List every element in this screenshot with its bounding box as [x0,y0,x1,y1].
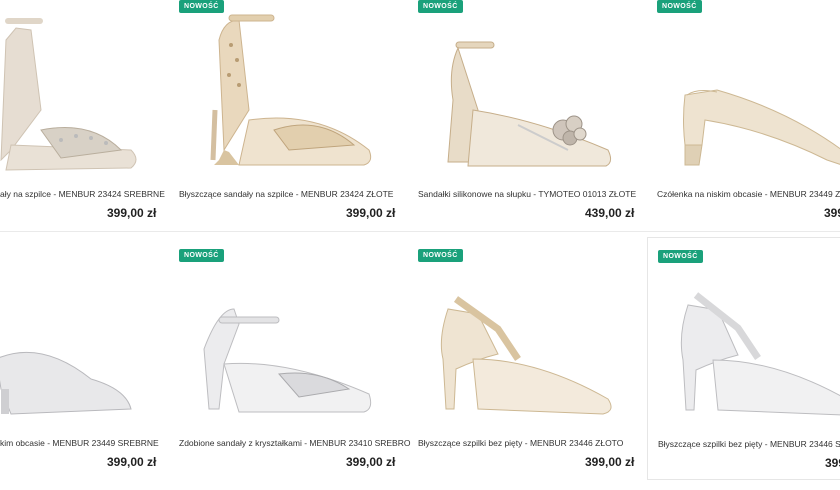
product-card[interactable]: ały na szpilce - MENBUR 23424 SREBRNE 39… [0,0,165,240]
product-card-highlighted[interactable]: NOWOŚĆ Błyszczące szpilki bez pięty - ME… [647,237,840,480]
product-name[interactable]: Zdobione sandały z kryształkami - MENBUR… [179,438,410,448]
product-price: 399,00 zł [585,455,635,469]
product-price: 399,00 zł [346,206,396,220]
product-card[interactable]: NOWOŚĆ Zdobione sandały z kryształkami -… [179,249,419,489]
product-card[interactable]: NOWOŚĆ Błyszczące szpilki bez pięty - ME… [418,249,658,489]
product-image[interactable] [179,249,419,429]
product-name[interactable]: kim obcasie - MENBUR 23449 SREBRNE [0,438,159,448]
product-image[interactable] [0,0,161,180]
product-image[interactable] [418,0,658,180]
product-name[interactable]: ały na szpilce - MENBUR 23424 SREBRNE [0,189,165,199]
product-card[interactable]: kim obcasie - MENBUR 23449 SREBRNE 399,0… [0,249,161,489]
product-image[interactable] [179,0,419,180]
product-grid: ały na szpilce - MENBUR 23424 SREBRNE 39… [0,0,840,480]
product-price: 399,00 zł [825,456,840,470]
product-price: 399,00 zł [824,206,840,220]
product-price: 439,00 zł [585,206,635,220]
product-name[interactable]: Błyszczące szpilki bez pięty - MENBUR 23… [418,438,623,448]
product-image[interactable] [0,249,161,429]
product-price: 399,00 zł [107,206,157,220]
row-divider [0,231,840,232]
product-price: 399,00 zł [107,455,157,469]
product-price: 399,00 zł [346,455,396,469]
product-name[interactable]: Błyszczące sandały na szpilce - MENBUR 2… [179,189,393,199]
product-name[interactable]: Sandałki silikonowe na słupku - TYMOTEO … [418,189,636,199]
product-image[interactable] [418,249,658,429]
product-name[interactable]: Błyszczące szpilki bez pięty - MENBUR 23… [658,439,840,449]
product-image[interactable] [657,0,840,180]
product-card[interactable]: NOWOŚĆ Czółenka na niskim obcasie - MENB… [657,0,840,240]
product-image[interactable] [658,250,840,430]
product-card[interactable]: NOWOŚĆ Błyszczące sandały na szpilce - M… [179,0,419,240]
product-name[interactable]: Czółenka na niskim obcasie - MENBUR 2344… [657,189,840,199]
product-card[interactable]: NOWOŚĆ Sandałki silikonowe na słupku - T… [418,0,658,240]
